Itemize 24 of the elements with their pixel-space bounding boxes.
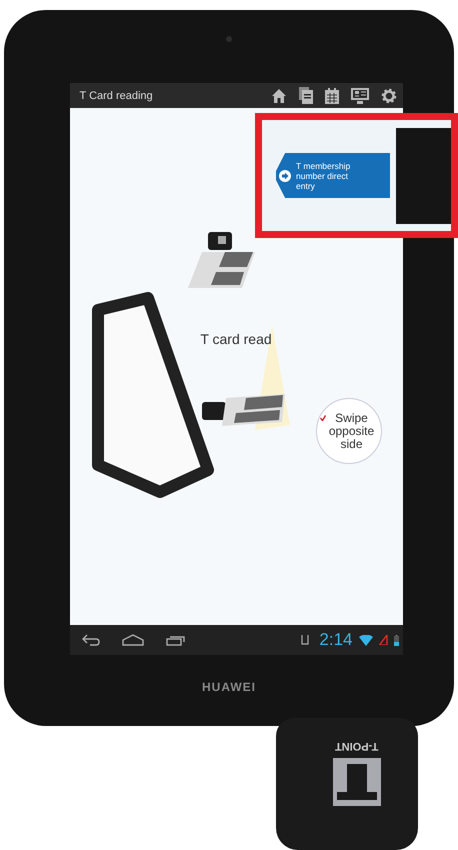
calendar-icon[interactable] [324,88,338,104]
clock-text: 2:14 [319,630,352,650]
recent-apps-icon[interactable] [166,634,186,646]
settings-icon[interactable] [380,88,396,104]
notification-icon [301,635,310,645]
signal-icon [378,635,388,645]
check-icon [320,415,326,421]
monitor-icon[interactable] [350,88,368,104]
brand-text: HUAWEI [202,680,256,694]
document-icon[interactable] [298,87,312,104]
action-bar-title: T Card reading [80,90,154,102]
arrow-circle-icon [278,168,292,182]
camera-icon [226,36,232,42]
t-logo-icon [333,758,381,806]
reader-label: T-POINT [335,740,379,752]
home-icon[interactable] [122,634,144,646]
back-icon[interactable] [82,634,100,646]
tag-label: T membership number direct entry [296,160,352,190]
caption-text: T card read [200,331,272,347]
wifi-icon [358,634,372,646]
battery-icon [394,634,398,646]
membership-entry-button[interactable]: T membership number direct entry [276,153,390,198]
home-icon[interactable] [270,88,286,104]
bubble-text: Swipe opposite side [328,412,376,450]
